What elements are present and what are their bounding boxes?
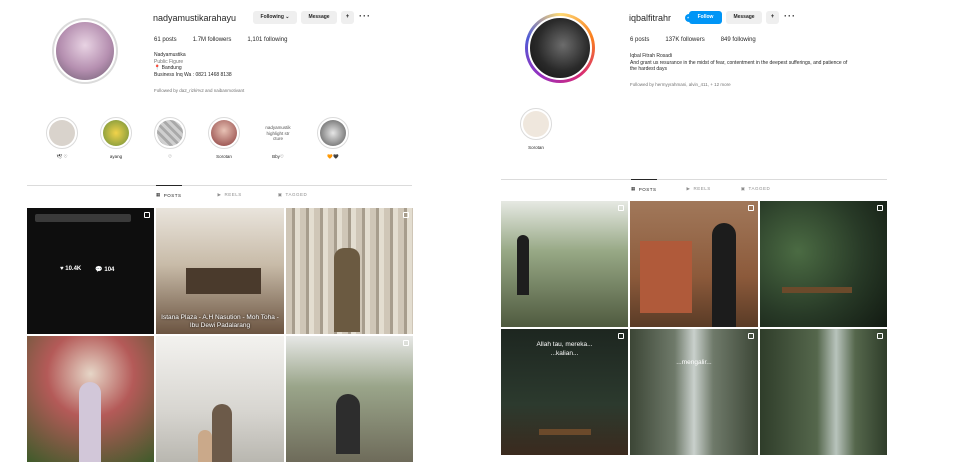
add-user-button[interactable]: + xyxy=(766,11,779,24)
multi-post-icon xyxy=(144,212,150,218)
highlight-4[interactable]: Sorotan xyxy=(208,117,240,159)
post-tile[interactable] xyxy=(760,329,887,455)
post-tile[interactable]: Allah tau, mereka... ...kalian... xyxy=(501,329,628,455)
tab-reels[interactable]: ▶ REELS xyxy=(687,179,711,192)
multi-post-icon xyxy=(618,333,624,339)
more-options-icon[interactable]: ··· xyxy=(359,11,371,21)
followed-by[interactable]: Followed by hermyyrahmani, alvin_411, + … xyxy=(630,82,731,87)
multi-post-icon xyxy=(877,205,883,211)
followed-by[interactable]: Followed by da2_rizki%2 and naibanmotiva… xyxy=(154,88,244,93)
tab-reels[interactable]: ▶ REELS xyxy=(218,185,242,198)
profile-panel-left: nadyamustikarahayu Following ⌄ Message +… xyxy=(0,0,480,464)
reels-icon: ▶ xyxy=(686,185,691,191)
tab-tagged[interactable]: ▣ TAGGED xyxy=(278,185,307,198)
tagged-icon: ▣ xyxy=(277,191,283,197)
message-button[interactable]: Message xyxy=(726,11,762,24)
close-icon xyxy=(403,212,409,218)
post-tile[interactable] xyxy=(630,201,758,327)
username: iqbalfitrahr xyxy=(629,13,672,23)
post-tile[interactable] xyxy=(760,201,887,327)
avatar[interactable] xyxy=(525,13,595,83)
multi-post-icon xyxy=(877,333,883,339)
profile-stats: 6 posts 137K followers 849 following xyxy=(630,37,756,43)
multi-post-icon xyxy=(403,340,409,346)
post-caption: Istana Plaza - A.H Nasution - Moh Toha -… xyxy=(161,314,279,329)
story-bar xyxy=(35,214,131,222)
profile-tabs: ▦ POSTS ▶ REELS ▣ TAGGED xyxy=(156,185,307,198)
post-tile[interactable]: Istana Plaza - A.H Nasution - Moh Toha -… xyxy=(156,208,284,334)
multi-post-icon xyxy=(748,333,754,339)
highlight-inner-text: nadyamustik highlight str cture xyxy=(264,119,292,147)
business-contact: Business Inq Wa : 0821 1468 8138 xyxy=(154,71,232,78)
highlight-3[interactable]: ♡ xyxy=(154,117,186,160)
comments-count: 💬 104 xyxy=(95,267,115,273)
highlight-label: Sorotan xyxy=(528,145,544,150)
posts-count: 61 posts xyxy=(154,37,177,43)
post-tile[interactable] xyxy=(501,201,628,327)
tab-tagged[interactable]: ▣ TAGGED xyxy=(741,179,770,192)
grid-icon: ▦ xyxy=(631,186,636,191)
bio: Nadyamustika Public Figure 📍 Bandung Bus… xyxy=(154,52,232,78)
profile-tabs: ▦ POSTS ▶ REELS ▣ TAGGED xyxy=(631,179,770,192)
tab-posts[interactable]: ▦ POSTS xyxy=(631,179,657,192)
profile-stats: 61 posts 1.7M followers 1,101 following xyxy=(154,37,287,43)
post-tile[interactable] xyxy=(286,208,413,334)
following-count[interactable]: 1,101 following xyxy=(247,37,287,43)
username: nadyamustikarahayu xyxy=(153,13,237,23)
multi-post-icon xyxy=(748,205,754,211)
highlight-2[interactable]: ayang xyxy=(100,117,132,159)
highlight-5[interactable]: nadyamustik highlight str cture Bby♡ xyxy=(262,117,294,160)
avatar[interactable] xyxy=(52,18,118,84)
bio-line: the hardest days xyxy=(630,66,667,72)
followers-count[interactable]: 137K followers xyxy=(665,37,704,43)
highlight-label: 🕊 ♡ xyxy=(56,154,68,159)
post-tile[interactable] xyxy=(27,336,154,462)
follow-button[interactable]: Follow xyxy=(689,11,722,24)
more-options-icon[interactable]: ··· xyxy=(784,11,796,21)
bio: Iqbal Fitrah Rosadi And grant us resuran… xyxy=(630,53,895,73)
followers-count[interactable]: 1.7M followers xyxy=(193,37,232,43)
highlight-1[interactable]: Sorotan xyxy=(520,108,552,150)
post-text-line: ...mengalir... xyxy=(676,359,712,366)
highlight-label: Bby♡ xyxy=(272,154,284,159)
highlight-1[interactable]: 🕊 ♡ xyxy=(46,117,78,160)
add-user-button[interactable]: + xyxy=(341,11,354,24)
multi-post-icon xyxy=(618,205,624,211)
posts-grid: ♥ 10.4K 💬 104 Istana Plaza - A.H Nasutio… xyxy=(27,208,413,462)
profile-panel-right: iqbalfitrahr ✓ Follow Message + ··· 6 po… xyxy=(480,0,960,464)
tab-posts[interactable]: ▦ POSTS xyxy=(156,185,182,198)
posts-count: 6 posts xyxy=(630,37,650,43)
add-user-icon: + xyxy=(770,14,775,20)
highlight-label: 🧡🖤 xyxy=(327,154,339,159)
highlight-label: ayang xyxy=(109,154,123,159)
post-tile[interactable] xyxy=(156,336,284,462)
grid-icon: ▦ xyxy=(156,192,161,197)
post-stats: ♥ 10.4K 💬 104 xyxy=(60,266,114,273)
highlight-label: Sorotan xyxy=(216,154,232,159)
post-text-line: ...kalian... xyxy=(550,350,579,357)
following-count[interactable]: 849 following xyxy=(721,37,756,43)
following-button[interactable]: Following ⌄ xyxy=(253,11,297,24)
message-button[interactable]: Message xyxy=(301,11,337,24)
highlight-label: ♡ xyxy=(167,154,173,159)
add-user-icon: + xyxy=(345,14,350,20)
post-tile[interactable] xyxy=(286,336,413,462)
post-tile[interactable]: ♥ 10.4K 💬 104 xyxy=(27,208,154,334)
tagged-icon: ▣ xyxy=(740,185,746,191)
reels-icon: ▶ xyxy=(217,191,222,197)
posts-grid: Allah tau, mereka... ...kalian... ...men… xyxy=(501,201,887,455)
likes-count: ♥ 10.4K xyxy=(60,266,82,272)
highlight-6[interactable]: 🧡🖤 xyxy=(317,117,349,160)
post-text-line: Allah tau, mereka... xyxy=(536,341,593,348)
post-tile[interactable]: ...mengalir... xyxy=(630,329,758,455)
